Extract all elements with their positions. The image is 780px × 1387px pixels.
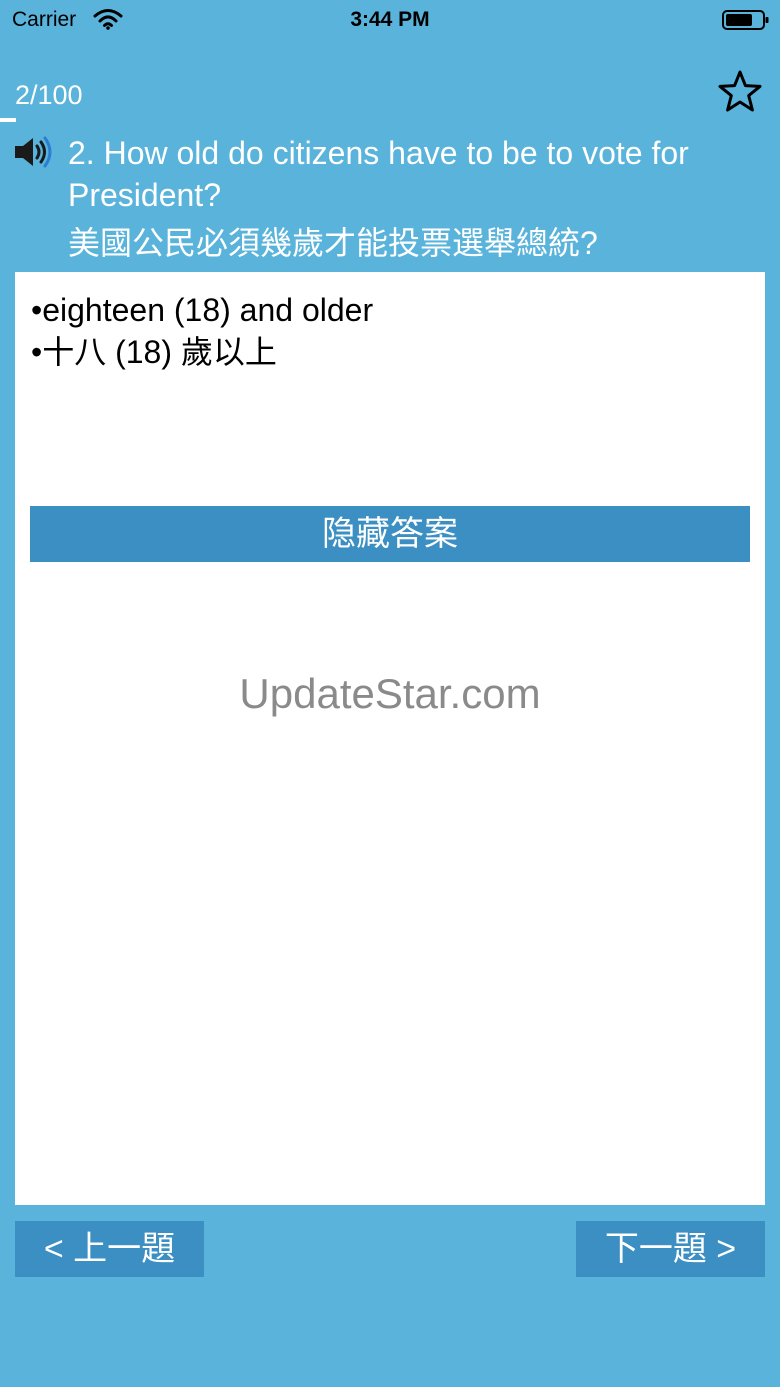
answer-card: •eighteen (18) and older •十八 (18) 歲以上 隐藏… — [15, 272, 765, 1205]
previous-question-button[interactable]: < 上一題 — [15, 1221, 204, 1277]
star-outline-icon[interactable] — [716, 68, 764, 116]
progress-bar — [0, 118, 780, 122]
status-time: 3:44 PM — [350, 8, 430, 31]
next-question-button[interactable]: 下一題 > — [576, 1221, 765, 1277]
progress-bar-fill — [0, 118, 16, 122]
battery-icon — [722, 10, 769, 30]
question-text-chinese: 美國公民必須幾歲才能投票選舉總統? — [68, 225, 598, 261]
status-bar: Carrier 3:44 PM — [0, 0, 780, 40]
answer-line-english: •eighteen (18) and older — [31, 292, 374, 328]
question-progress-label: 2/100 — [15, 80, 83, 110]
watermark: UpdateStar.com — [239, 670, 541, 717]
hide-answer-button[interactable]: 隐藏答案 — [30, 506, 750, 562]
answer-line-chinese: •十八 (18) 歲以上 — [31, 334, 277, 370]
speaker-icon[interactable] — [13, 134, 55, 170]
question-text-english: 2. How old do citizens have to be to vot… — [68, 135, 689, 213]
